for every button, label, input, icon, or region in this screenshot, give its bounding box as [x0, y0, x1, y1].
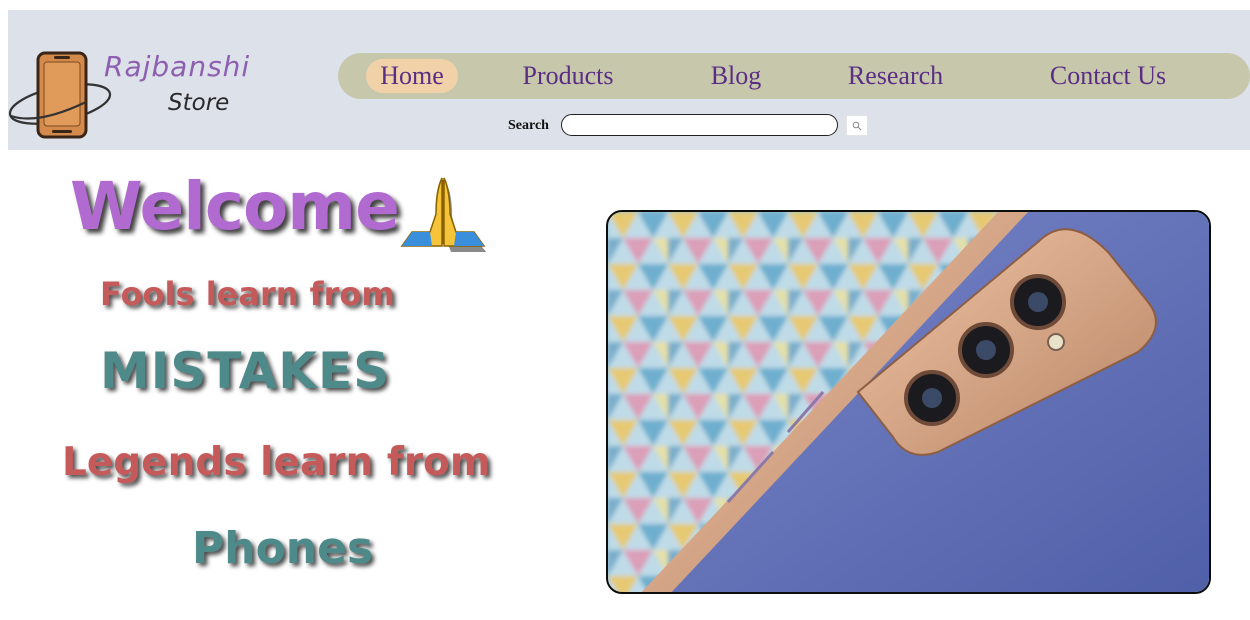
welcome-heading: Welcome: [70, 168, 400, 245]
phone-photo: [606, 210, 1211, 594]
logo-text-store: Store: [168, 90, 230, 116]
phone-logo-icon: [8, 51, 112, 139]
nav-research[interactable]: Research: [838, 59, 953, 93]
search-label: Search: [508, 118, 549, 133]
search-input[interactable]: [561, 114, 838, 136]
quote-line-2: MISTAKES: [100, 342, 391, 400]
quote-line-3: Legends learn from: [62, 440, 491, 485]
hero-text: Welcome Fools learn from MISTAKES Legend…: [0, 150, 560, 610]
search-icon: [852, 121, 862, 130]
store-logo[interactable]: Rajbanshi Store: [8, 50, 288, 140]
folded-hands-icon: [400, 177, 487, 252]
nav-contact-us[interactable]: Contact Us: [1043, 59, 1173, 93]
nav-blog[interactable]: Blog: [706, 59, 766, 93]
quote-line-4: Phones: [192, 523, 374, 574]
nav-home[interactable]: Home: [366, 59, 458, 93]
quote-line-1: Fools learn from: [100, 275, 395, 313]
site-header: Rajbanshi Store Home Products Blog Resea…: [8, 10, 1250, 150]
search-bar: Search: [508, 114, 888, 138]
search-button[interactable]: [846, 115, 868, 136]
logo-text-rajbanshi: Rajbanshi: [104, 50, 251, 83]
main-nav: Home Products Blog Research Contact Us: [338, 53, 1250, 99]
nav-products[interactable]: Products: [518, 59, 618, 93]
